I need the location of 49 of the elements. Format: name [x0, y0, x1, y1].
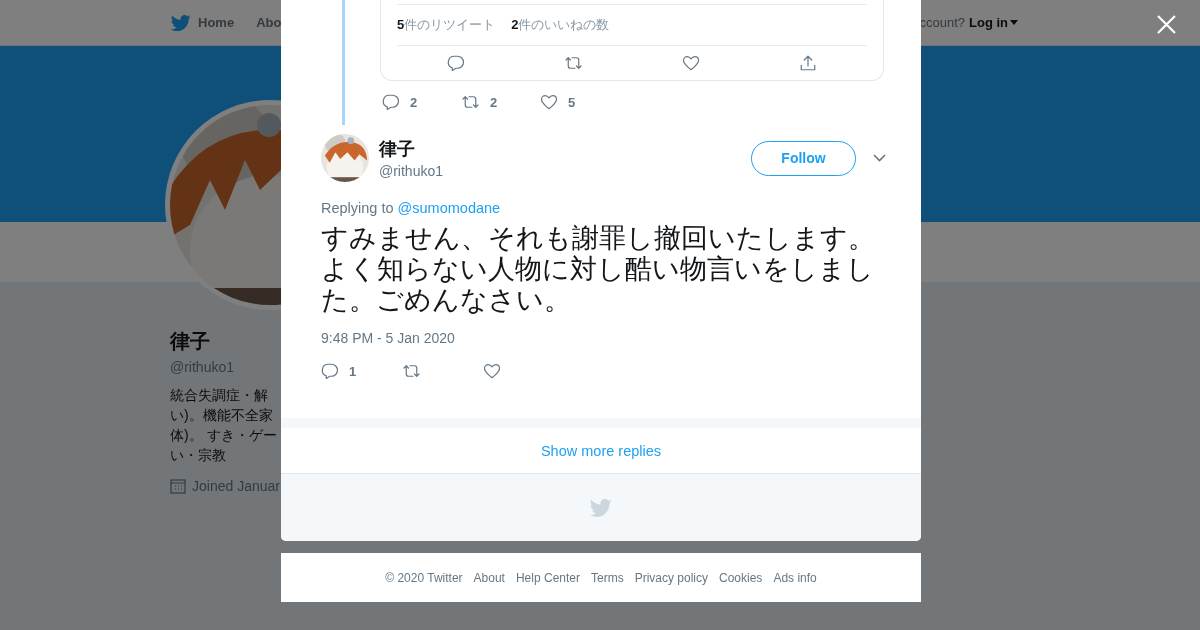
user-handle: @rithuko1	[379, 163, 445, 179]
reply-context: Replying to @sumomodane	[321, 200, 502, 216]
tweet-text: すみません、それも謝罪し撤回いたします。よく知らない人物に対し酷い物言いをしました。ごめんなさい。	[321, 223, 876, 316]
footer-link[interactable]: About	[473, 570, 505, 585]
bird-icon	[590, 496, 612, 519]
show-more-replies-link[interactable]: Show more replies	[540, 442, 662, 459]
heart-icon[interactable]	[540, 93, 558, 111]
bio-line: 体)。 すき・ゲー	[170, 426, 277, 445]
retweet-icon[interactable]	[402, 362, 421, 380]
action-count: 1	[349, 363, 357, 379]
bio-line: 統合失調症・解	[170, 386, 268, 405]
reply-icon[interactable]	[446, 54, 465, 72]
copyright-text: © 2020 Twitter	[385, 570, 463, 585]
bio-line: い)。機能不全家	[170, 406, 273, 425]
heart-icon[interactable]	[483, 362, 501, 380]
avatar[interactable]	[321, 134, 369, 182]
account-prompt: ccount?	[919, 15, 965, 30]
action-count: 5	[568, 94, 576, 110]
bio-line: い・宗教	[170, 446, 226, 465]
retweet-icon[interactable]	[563, 54, 583, 72]
home-link[interactable]: Home	[171, 12, 235, 33]
share-icon[interactable]	[799, 54, 818, 72]
tweet-stat[interactable]: 5件のリツイート	[397, 16, 496, 34]
user-name: 律子	[379, 138, 416, 161]
caret-icon	[1010, 20, 1018, 25]
reply-icon[interactable]	[321, 362, 339, 380]
profile-handle: @rithuko1	[170, 359, 235, 375]
retweet-icon[interactable]	[461, 93, 480, 111]
joined-date: Joined Januar	[192, 478, 280, 494]
tweet-timestamp: 9:48 PM - 5 Jan 2020	[321, 330, 456, 346]
chevron-down-icon[interactable]	[873, 154, 886, 162]
footer-link[interactable]: Help Center	[515, 570, 580, 585]
footer-link[interactable]: Cookies	[719, 570, 763, 585]
mention-link[interactable]: @sumomodane	[397, 200, 501, 216]
calendar-icon	[170, 478, 186, 494]
footer-link[interactable]: Terms	[591, 570, 624, 585]
tweet-stat[interactable]: 2件のいいねの数	[511, 16, 610, 34]
footer-link[interactable]: Ads info	[773, 570, 817, 585]
action-count: 2	[490, 94, 498, 110]
follow-button[interactable]: Follow	[751, 140, 856, 176]
login-link[interactable]: Log in	[969, 15, 1018, 30]
close-icon[interactable]	[1157, 15, 1176, 34]
action-count: 2	[410, 94, 418, 110]
heart-icon[interactable]	[682, 54, 701, 72]
profile-name: 律子	[170, 329, 210, 354]
reply-icon[interactable]	[382, 93, 400, 111]
nav-link[interactable]: Abo	[256, 15, 282, 30]
bird-icon	[171, 12, 191, 33]
footer-link[interactable]: Privacy policy	[634, 570, 708, 585]
